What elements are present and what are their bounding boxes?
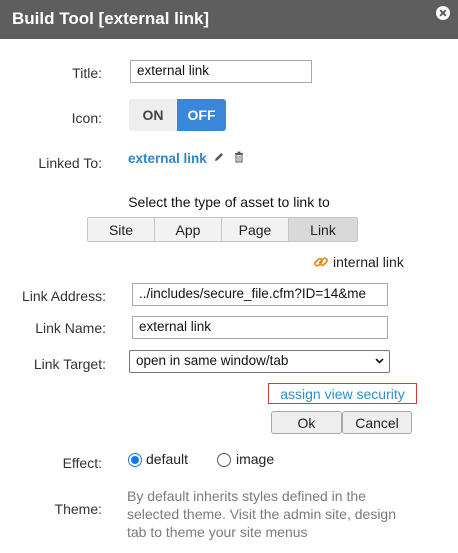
effect-label: Effect: [62, 455, 102, 471]
asset-type-app[interactable]: App [155, 218, 222, 241]
icon-toggle-off[interactable]: OFF [177, 99, 226, 131]
dialog-title: Build Tool [external link] [12, 9, 210, 28]
cancel-button[interactable]: Cancel [342, 411, 412, 434]
link-name-label: Link Name: [35, 320, 106, 336]
chain-link-icon [314, 257, 328, 267]
ok-button[interactable]: Ok [271, 411, 342, 434]
title-label: Title: [72, 65, 102, 81]
icon-toggle-on[interactable]: ON [129, 99, 177, 131]
internal-link-label: internal link [333, 254, 404, 270]
asset-type-selector: Site App Page Link [87, 217, 358, 242]
effect-image-label[interactable]: image [236, 451, 274, 467]
dialog-titlebar: Build Tool [external link] [0, 0, 458, 39]
asset-type-link[interactable]: Link [289, 218, 357, 241]
theme-label: Theme: [54, 501, 102, 517]
link-target-value: open in same window/tab [136, 353, 289, 368]
linked-to-link[interactable]: external link [128, 151, 207, 166]
link-target-select[interactable]: open in same window/tab [129, 350, 390, 373]
icon-toggle[interactable]: ON OFF [129, 99, 226, 131]
effect-default-radio[interactable] [128, 453, 142, 467]
internal-link-toggle[interactable]: internal link [313, 254, 404, 270]
effect-default-label[interactable]: default [146, 451, 188, 467]
asset-type-heading: Select the type of asset to link to [128, 194, 330, 210]
icon-label: Icon: [71, 110, 102, 126]
link-target-label: Link Target: [33, 356, 106, 372]
title-input[interactable]: external link [130, 60, 312, 83]
link-address-input[interactable]: ../includes/secure_file.cfm?ID=14&me [132, 283, 388, 306]
link-address-label: Link Address: [21, 288, 106, 304]
chevron-down-icon [375, 358, 384, 364]
theme-description: By default inherits styles defined in th… [127, 488, 397, 540]
pencil-icon[interactable] [213, 151, 225, 163]
assign-view-security-link[interactable]: assign view security [268, 383, 417, 404]
link-name-input[interactable]: external link [132, 316, 388, 339]
linked-to-label: Linked To: [38, 155, 102, 171]
close-icon[interactable] [436, 6, 450, 20]
trash-icon[interactable] [234, 151, 244, 163]
asset-type-site[interactable]: Site [88, 218, 155, 241]
effect-image-radio[interactable] [217, 453, 231, 467]
asset-type-page[interactable]: Page [222, 218, 289, 241]
